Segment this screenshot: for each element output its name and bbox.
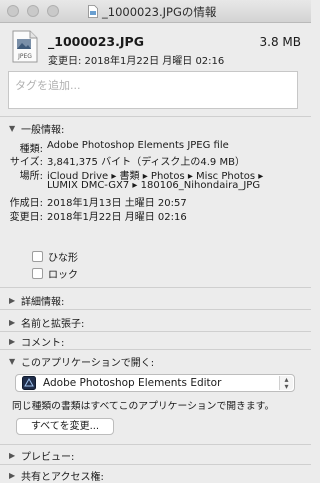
info-window: _1000023.JPGの情報 JPEG _1000023.JPG 3.8 MB…: [0, 0, 311, 483]
size-key: サイズ:: [9, 157, 43, 168]
disclosure-closed-icon: ▶: [9, 470, 16, 480]
size-value: 3,841,375 バイト（ディスク上の4.9 MB）: [47, 157, 245, 168]
created-value: 2018年1月13日 土曜日 20:57: [47, 198, 187, 209]
locked-checkbox-row[interactable]: ロック: [32, 266, 78, 281]
section-sharing-title: 共有とアクセス権:: [21, 472, 104, 483]
section-name-ext-title: 名前と拡張子:: [21, 319, 85, 330]
section-comments-title: コメント:: [21, 338, 65, 349]
divider: [0, 444, 311, 445]
disclosure-open-icon: ▼: [9, 123, 16, 133]
divider: [0, 287, 311, 288]
kind-value: Adobe Photoshop Elements JPEG file: [47, 140, 229, 151]
zoom-window-button[interactable]: [47, 5, 59, 17]
section-comments[interactable]: ▶ コメント:: [9, 334, 64, 349]
open-with-app-popup[interactable]: Adobe Photoshop Elements Editor ▴ ▾: [15, 374, 295, 392]
popup-stepper-icon: ▴ ▾: [279, 376, 293, 391]
divider: [0, 464, 311, 465]
section-general[interactable]: ▼ 一般情報:: [9, 121, 64, 136]
window-title-text: _1000023.JPGの情報: [102, 4, 217, 19]
stationery-checkbox-row[interactable]: ひな形: [32, 249, 78, 264]
window-title: _1000023.JPGの情報: [88, 4, 216, 19]
change-all-button[interactable]: すべてを変更...: [16, 418, 114, 435]
section-preview-title: プレビュー:: [21, 452, 75, 463]
disclosure-closed-icon: ▶: [9, 336, 16, 346]
locked-label: ロック: [48, 270, 78, 281]
jpeg-file-icon[interactable]: JPEG: [12, 30, 38, 63]
file-icon-label: JPEG: [17, 53, 32, 60]
section-more-info[interactable]: ▶ 詳細情報:: [9, 293, 64, 308]
disclosure-closed-icon: ▶: [9, 317, 16, 327]
file-name: _1000023.JPG: [48, 34, 144, 49]
modified-key: 変更日:: [9, 212, 43, 223]
close-window-button[interactable]: [7, 5, 19, 17]
location-key: 場所:: [19, 171, 43, 182]
modified-value: 2018年1月22日 月曜日 02:16: [47, 212, 187, 223]
created-key: 作成日:: [9, 198, 43, 209]
section-sharing[interactable]: ▶ 共有とアクセス権:: [9, 468, 104, 483]
stationery-label: ひな形: [48, 253, 78, 264]
disclosure-open-icon: ▼: [9, 356, 16, 366]
locked-checkbox[interactable]: [32, 268, 43, 279]
divider: [0, 309, 311, 310]
minimize-window-button[interactable]: [27, 5, 39, 17]
divider: [0, 331, 311, 332]
open-with-app-name: Adobe Photoshop Elements Editor: [43, 377, 222, 389]
section-preview[interactable]: ▶ プレビュー:: [9, 448, 74, 463]
file-size: 3.8 MB: [259, 35, 301, 49]
section-general-title: 一般情報:: [21, 125, 65, 136]
section-open-with[interactable]: ▼ このアプリケーションで開く:: [9, 354, 154, 369]
section-name-ext[interactable]: ▶ 名前と拡張子:: [9, 315, 84, 330]
section-open-with-title: このアプリケーションで開く:: [21, 358, 155, 369]
disclosure-closed-icon: ▶: [9, 450, 16, 460]
tags-field[interactable]: タグを追加...: [8, 71, 298, 109]
modified-date: 変更日: 2018年1月22日 月曜日 02:16: [48, 56, 225, 67]
open-with-note: 同じ種類の書類はすべてこのアプリケーションで開きます。: [12, 401, 275, 412]
title-bar: _1000023.JPGの情報: [0, 0, 311, 23]
divider: [0, 116, 311, 117]
tags-placeholder: タグを追加...: [15, 79, 81, 92]
stationery-checkbox[interactable]: [32, 251, 43, 262]
disclosure-closed-icon: ▶: [9, 295, 16, 305]
location-value-cont: LUMIX DMC-GX7 ▸ 180106_Nihondaira_JPG: [47, 180, 261, 191]
section-more-info-title: 詳細情報:: [21, 297, 65, 308]
document-icon: [88, 5, 98, 18]
divider: [0, 349, 311, 350]
photoshop-elements-app-icon: [22, 376, 36, 390]
